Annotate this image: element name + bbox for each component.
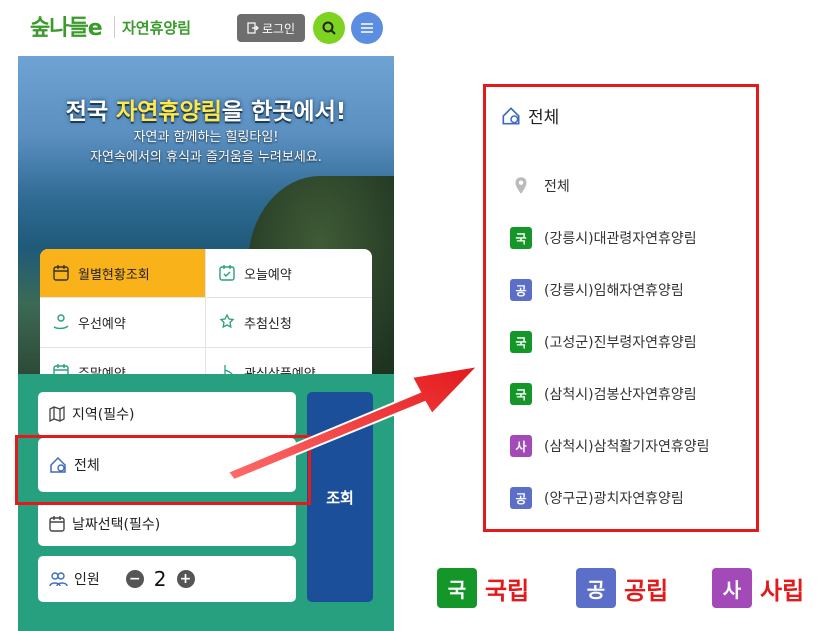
people-stepper: − 2 + bbox=[125, 567, 195, 591]
home-pin-icon bbox=[502, 106, 520, 125]
dropdown-item[interactable]: 사 (삼척시)삼척활기자연휴양림 bbox=[510, 435, 709, 457]
private-badge: 사 bbox=[510, 435, 532, 457]
hero-title: 전국 자연휴양림을 한곳에서! bbox=[65, 99, 347, 125]
mobile-page: 숲나들e 자연휴양림 로그인 전국 자연휴양림을 한곳에서! 자연과 함께하는 … bbox=[18, 0, 394, 631]
people-count: 2 bbox=[153, 567, 167, 591]
search-icon bbox=[322, 21, 336, 35]
login-label: 로그인 bbox=[261, 21, 296, 36]
people-label: 인원 bbox=[74, 572, 100, 588]
star-hand-icon bbox=[219, 314, 235, 329]
screen: 숲나들e 자연휴양림 로그인 전국 자연휴양림을 한곳에서! 자연과 함께하는 … bbox=[0, 0, 834, 631]
login-button[interactable]: 로그인 bbox=[237, 14, 305, 42]
dropdown-item[interactable]: 공 (양구군)광치자연휴양림 bbox=[510, 487, 684, 509]
menu-today-booking[interactable]: 오늘예약 bbox=[206, 249, 372, 299]
national-badge: 국 bbox=[510, 227, 532, 249]
map-icon bbox=[49, 405, 65, 423]
region-dropdown-list: 전체 전체 국 (강릉시)대관령자연휴양림 공 (강릉시)임해자연휴양림 국 (… bbox=[483, 84, 759, 532]
logo-divider bbox=[114, 16, 115, 38]
menu-weekend-booking[interactable]: 주말예약 bbox=[40, 347, 206, 374]
calendar-icon bbox=[53, 265, 69, 281]
logo-text: 숲나들e bbox=[30, 16, 103, 41]
dropdown-item[interactable]: 국 (강릉시)대관령자연휴양림 bbox=[510, 227, 697, 249]
dropdown-item[interactable]: 국 (고성군)진부령자연휴양림 bbox=[510, 331, 697, 353]
dropdown-header: 전체 bbox=[500, 103, 559, 128]
menu-lottery-apply[interactable]: 추첨신청 bbox=[206, 298, 372, 348]
national-badge: 국 bbox=[510, 383, 532, 405]
region-label: 지역(필수) bbox=[72, 407, 135, 423]
pointer-hand-icon bbox=[221, 365, 233, 374]
hero-banner: 전국 자연휴양림을 한곳에서! 자연과 함께하는 힐링타임! 자연속에서의 휴식… bbox=[18, 56, 394, 374]
people-plus-button[interactable]: + bbox=[176, 570, 195, 588]
highlight-frame bbox=[15, 435, 311, 505]
dropdown-item-all[interactable]: 전체 bbox=[510, 175, 570, 197]
location-pin-icon bbox=[515, 177, 527, 194]
hamburger-icon bbox=[361, 23, 373, 33]
national-legend-label: 국립 bbox=[485, 576, 530, 605]
public-legend-badge: 공 bbox=[576, 568, 616, 608]
region-field[interactable]: 지역(필수) bbox=[38, 392, 296, 436]
public-badge: 공 bbox=[510, 487, 532, 509]
dropdown-item[interactable]: 공 (강릉시)임해자연휴양림 bbox=[510, 279, 684, 301]
dropdown-item[interactable]: 국 (삼척시)검봉산자연휴양림 bbox=[510, 383, 697, 405]
quick-menu-grid: 월별현황조회 오늘예약 우선예약 추첨신청 주말예약 bbox=[40, 249, 372, 374]
public-legend-label: 공립 bbox=[624, 576, 669, 605]
date-field[interactable]: 날짜선택(필수) bbox=[38, 502, 296, 546]
menu-priority-booking[interactable]: 우선예약 bbox=[40, 298, 206, 348]
calendar-check-icon bbox=[219, 265, 235, 281]
menu-button[interactable] bbox=[351, 12, 383, 44]
people-minus-button[interactable]: − bbox=[125, 570, 144, 588]
hero-subtitle-1: 자연과 함께하는 힐링타임! bbox=[133, 130, 279, 145]
public-badge: 공 bbox=[510, 279, 532, 301]
menu-favorite-booking[interactable]: 관심상품예약 bbox=[206, 348, 372, 374]
private-legend-label: 사립 bbox=[760, 576, 805, 605]
national-badge: 국 bbox=[510, 331, 532, 353]
logo-subtitle: 자연휴양림 bbox=[122, 19, 192, 37]
hero-subtitle-2: 자연속에서의 휴식과 즐거움을 누려보세요. bbox=[90, 150, 322, 165]
people-field: 인원 − 2 + bbox=[38, 556, 296, 602]
people-icon bbox=[49, 572, 68, 587]
logo[interactable]: 숲나들e bbox=[30, 10, 103, 42]
calendar-icon bbox=[49, 516, 65, 532]
hand-person-icon bbox=[53, 314, 69, 330]
calendar-icon bbox=[53, 364, 69, 374]
date-label: 날짜선택(필수) bbox=[72, 517, 161, 533]
legend-national: 국 국립 bbox=[437, 568, 529, 608]
legend-private: 사 사립 bbox=[712, 568, 804, 608]
national-legend-badge: 국 bbox=[437, 568, 477, 608]
search-button[interactable] bbox=[313, 12, 345, 44]
menu-monthly-status[interactable]: 월별현황조회 bbox=[40, 249, 206, 299]
top-header: 숲나들e 자연휴양림 로그인 bbox=[18, 0, 394, 56]
login-icon bbox=[247, 22, 259, 34]
query-button[interactable]: 조회 bbox=[307, 392, 373, 602]
private-legend-badge: 사 bbox=[712, 568, 752, 608]
legend-public: 공 공립 bbox=[576, 568, 668, 608]
